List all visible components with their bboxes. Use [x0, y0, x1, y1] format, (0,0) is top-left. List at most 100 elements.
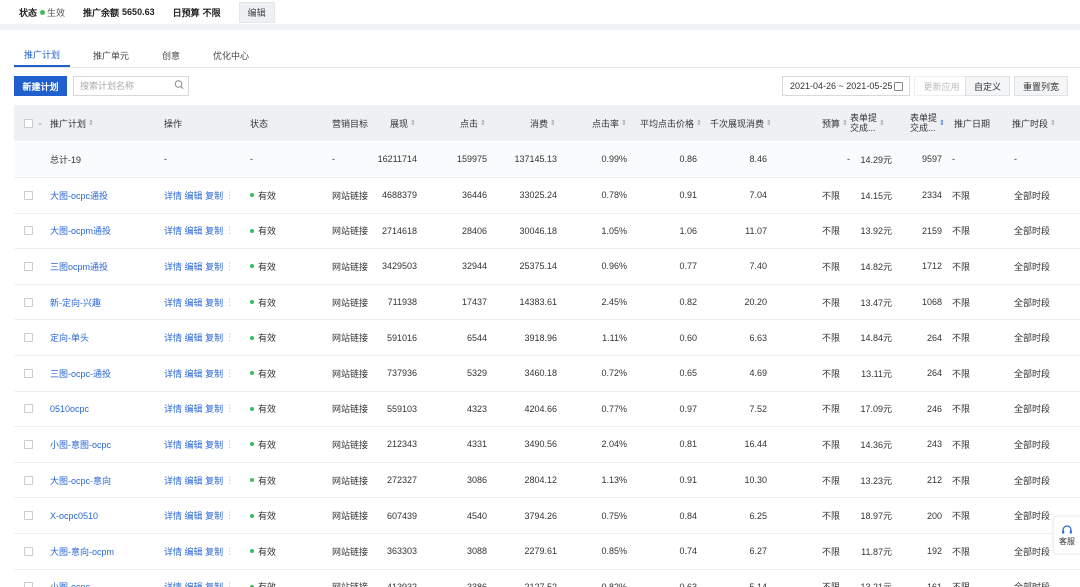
col-cpm[interactable]: 千次展现消费 ⇕ — [710, 105, 772, 141]
copy-link[interactable]: 复制 — [205, 260, 223, 273]
copy-link[interactable]: 复制 — [205, 331, 223, 344]
row-checkbox[interactable] — [24, 356, 33, 391]
customize-button[interactable]: 自定义 — [965, 76, 1010, 96]
more-icon[interactable]: ⋮ — [225, 439, 234, 450]
edit-link[interactable]: 编辑 — [185, 402, 203, 415]
search-input[interactable] — [73, 76, 189, 96]
row-checkbox[interactable] — [24, 570, 33, 587]
date-range-picker[interactable]: 2021-04-26 ~ 2021-05-25 — [782, 76, 910, 96]
more-icon[interactable]: ⋮ — [225, 225, 234, 236]
detail-link[interactable]: 详情 — [164, 545, 182, 558]
plan-name-link[interactable]: 大图-ocpm通投 — [50, 214, 111, 249]
detail-link[interactable]: 详情 — [164, 580, 182, 587]
more-icon[interactable]: ⋮ — [225, 581, 234, 587]
update-apply-button[interactable]: 更新应用 — [914, 76, 969, 96]
edit-link[interactable]: 编辑 — [185, 331, 203, 344]
col-impr[interactable]: 展现 ⇕ — [390, 105, 416, 141]
row-checkbox[interactable] — [24, 249, 33, 284]
detail-link[interactable]: 详情 — [164, 260, 182, 273]
edit-link[interactable]: 编辑 — [185, 367, 203, 380]
sort-icon[interactable]: ⇕ — [88, 119, 94, 127]
sort-icon[interactable]: ⇕ — [766, 119, 772, 127]
plan-name-link[interactable]: 大图-ocpc-意向 — [50, 463, 111, 498]
col-ctr[interactable]: 点击率 ⇕ — [592, 105, 627, 141]
sort-icon[interactable]: ⇕ — [879, 119, 885, 127]
row-checkbox[interactable] — [24, 498, 33, 533]
sort-icon[interactable]: ⇕ — [550, 119, 556, 127]
more-icon[interactable]: ⋮ — [225, 368, 234, 379]
copy-link[interactable]: 复制 — [205, 189, 223, 202]
detail-link[interactable]: 详情 — [164, 402, 182, 415]
edit-link[interactable]: 编辑 — [185, 296, 203, 309]
edit-link[interactable]: 编辑 — [185, 438, 203, 451]
detail-link[interactable]: 详情 — [164, 367, 182, 380]
copy-link[interactable]: 复制 — [205, 438, 223, 451]
sort-icon[interactable]: ⇕ — [410, 119, 416, 127]
row-checkbox[interactable] — [24, 463, 33, 498]
edit-button[interactable]: 编辑 — [238, 1, 275, 23]
plan-name-link[interactable]: 定向-单头 — [50, 320, 89, 355]
detail-link[interactable]: 详情 — [164, 331, 182, 344]
edit-link[interactable]: 编辑 — [185, 224, 203, 237]
copy-link[interactable]: 复制 — [205, 580, 223, 587]
plan-name-link[interactable]: 大图-意向-ocpm — [50, 534, 114, 569]
row-checkbox[interactable] — [24, 534, 33, 569]
copy-link[interactable]: 复制 — [205, 224, 223, 237]
edit-link[interactable]: 编辑 — [185, 260, 203, 273]
plan-name-link[interactable]: 小图-ocpc — [50, 570, 90, 587]
new-plan-button[interactable]: 新建计划 — [14, 76, 67, 96]
detail-link[interactable]: 详情 — [164, 474, 182, 487]
row-checkbox[interactable] — [24, 392, 33, 427]
chevron-down-icon[interactable]: ⌄ — [37, 119, 43, 127]
edit-link[interactable]: 编辑 — [185, 545, 203, 558]
row-checkbox[interactable] — [24, 427, 33, 462]
tab-units[interactable]: 推广单元 — [83, 44, 139, 67]
col-clicks[interactable]: 点击 ⇕ — [460, 105, 486, 141]
edit-link[interactable]: 编辑 — [185, 580, 203, 587]
sort-icon[interactable]: ⇕ — [621, 119, 627, 127]
copy-link[interactable]: 复制 — [205, 367, 223, 380]
col-budget[interactable]: 预算 ⇕ — [822, 105, 848, 141]
sort-desc-icon[interactable]: ⇕ — [939, 119, 945, 127]
copy-link[interactable]: 复制 — [205, 474, 223, 487]
sort-icon[interactable]: ⇕ — [1050, 119, 1056, 127]
copy-link[interactable]: 复制 — [205, 296, 223, 309]
plan-name-link[interactable]: 三图ocpm通投 — [50, 249, 108, 284]
detail-link[interactable]: 详情 — [164, 438, 182, 451]
col-form-count[interactable]: 表单提 交成... ⇕ — [910, 105, 945, 141]
more-icon[interactable]: ⋮ — [225, 297, 234, 308]
sort-icon[interactable]: ⇕ — [480, 119, 486, 127]
tab-plans[interactable]: 推广计划 — [14, 44, 71, 67]
more-icon[interactable]: ⋮ — [225, 475, 234, 486]
detail-link[interactable]: 详情 — [164, 296, 182, 309]
row-checkbox[interactable] — [24, 285, 33, 320]
row-checkbox[interactable] — [24, 320, 33, 355]
sort-icon[interactable]: ⇕ — [842, 119, 848, 127]
edit-link[interactable]: 编辑 — [185, 509, 203, 522]
more-icon[interactable]: ⋮ — [225, 261, 234, 272]
plan-name-link[interactable]: 三图-ocpc-通投 — [50, 356, 111, 391]
plan-name-link[interactable]: X-ocpc0510 — [50, 498, 98, 533]
detail-link[interactable]: 详情 — [164, 189, 182, 202]
col-form-cost[interactable]: 表单提 交成... ⇕ — [850, 105, 885, 141]
copy-link[interactable]: 复制 — [205, 545, 223, 558]
more-icon[interactable]: ⋮ — [225, 190, 234, 201]
customer-service-button[interactable]: 客服 — [1054, 517, 1080, 553]
plan-name-link[interactable]: 小图-意图-ocpc — [50, 427, 111, 462]
copy-link[interactable]: 复制 — [205, 509, 223, 522]
row-checkbox[interactable] — [24, 214, 33, 249]
detail-link[interactable]: 详情 — [164, 509, 182, 522]
col-plan[interactable]: 推广计划 ⇕ — [50, 105, 94, 141]
row-checkbox[interactable] — [24, 178, 33, 213]
tab-creatives[interactable]: 创意 — [152, 44, 190, 67]
plan-name-link[interactable]: 0510ocpc — [50, 392, 89, 427]
reset-columns-button[interactable]: 重置列宽 — [1014, 76, 1068, 96]
edit-link[interactable]: 编辑 — [185, 474, 203, 487]
more-icon[interactable]: ⋮ — [225, 546, 234, 557]
plan-name-link[interactable]: 大图-ocpc通投 — [50, 178, 108, 213]
more-icon[interactable]: ⋮ — [225, 403, 234, 414]
edit-link[interactable]: 编辑 — [185, 189, 203, 202]
col-period[interactable]: 推广时段 ⇕ — [1012, 105, 1056, 141]
search-icon[interactable] — [174, 79, 184, 91]
select-all-checkbox[interactable]: ⌄ — [24, 105, 43, 141]
